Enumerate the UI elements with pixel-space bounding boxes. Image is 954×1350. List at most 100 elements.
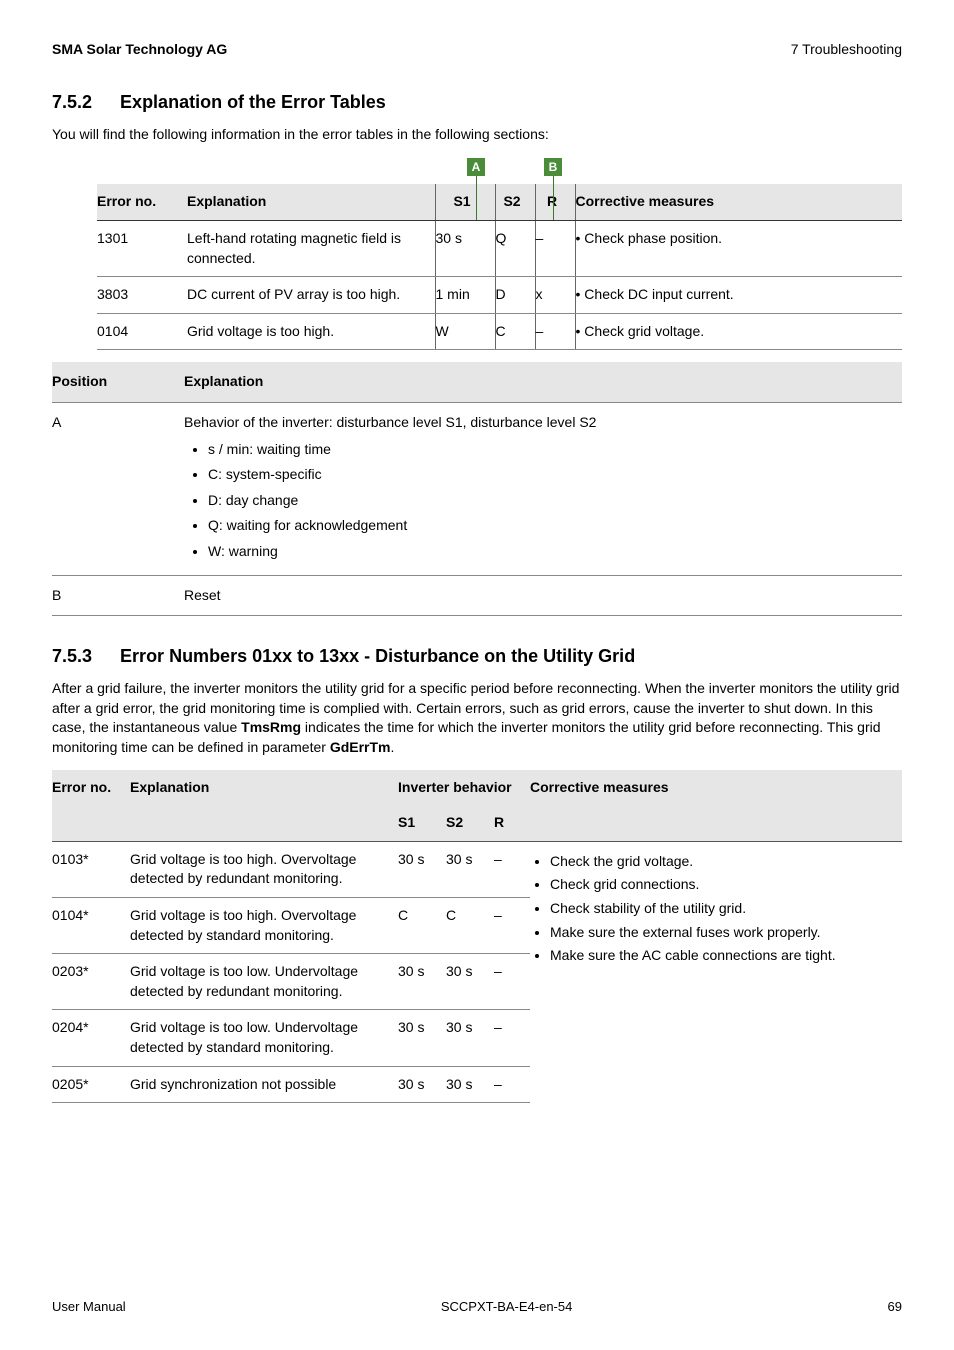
cell-error-no: 0103* [52, 841, 130, 897]
col-error-no: Error no. [97, 184, 187, 220]
col-s1: S1 [435, 184, 495, 220]
cell-error-no: 3803 [97, 277, 187, 314]
list-item: s / min: waiting time [208, 437, 894, 463]
marker-line-a [476, 176, 477, 220]
cell-s1: W [435, 313, 495, 350]
footer-page-number: 69 [888, 1298, 902, 1316]
error-table-example: Error no. Explanation S1 S2 R Corrective… [97, 184, 902, 350]
chapter-label: 7 Troubleshooting [791, 40, 902, 60]
cell-s2: C [495, 313, 535, 350]
table-row: 0104 Grid voltage is too high. W C – • C… [97, 313, 902, 350]
col-position: Position [52, 362, 184, 402]
cell-corrective: • Check grid voltage. [575, 313, 902, 350]
col-corrective: Corrective measures [530, 770, 902, 842]
col-error-no: Error no. [52, 770, 130, 842]
section-num: 7.5.3 [52, 644, 92, 669]
bold-term: TmsRmg [241, 719, 301, 735]
col-explanation: Explanation [130, 770, 398, 842]
section-num: 7.5.2 [52, 90, 92, 115]
cell-explanation: Grid voltage is too high. Overvoltage de… [130, 841, 398, 897]
col-inverter-behavior: Inverter behavior [398, 770, 530, 806]
cell-explanation: Grid voltage is too high. Overvoltage de… [130, 898, 398, 954]
table-row: 3803 DC current of PV array is too high.… [97, 277, 902, 314]
page-footer: User Manual SCCPXT-BA-E4-en-54 69 [52, 1298, 902, 1316]
section-753-title: 7.5.3 Error Numbers 01xx to 13xx - Distur… [52, 644, 902, 669]
col-explanation: Explanation [184, 362, 902, 402]
section-paragraph: After a grid failure, the inverter monit… [52, 679, 902, 757]
cell-s2: D [495, 277, 535, 314]
para-text: . [391, 739, 395, 755]
cell-explanation: Reset [184, 575, 902, 616]
table-row: A Behavior of the inverter: disturbance … [52, 402, 902, 575]
table-row: 0103* Grid voltage is too high. Overvolt… [52, 841, 902, 897]
corrective-list: Check the grid voltage. Check grid conne… [530, 850, 896, 968]
list-item: C: system-specific [208, 462, 894, 488]
col-explanation: Explanation [187, 184, 435, 220]
cell-error-no: 0104* [52, 898, 130, 954]
cell-explanation: Left-hand rotating magnetic field is con… [187, 220, 435, 276]
company-name: SMA Solar Technology AG [52, 40, 227, 60]
col-corrective: Corrective measures [575, 184, 902, 220]
cell-r: – [494, 841, 530, 897]
cell-position: A [52, 402, 184, 575]
cell-s1: 1 min [435, 277, 495, 314]
cell-s2: 30 s [446, 954, 494, 1010]
list-item: Q: waiting for acknowledgement [208, 513, 894, 539]
cell-s1: 30 s [398, 841, 446, 897]
cell-s1: 30 s [398, 954, 446, 1010]
list-item: Make sure the external fuses work proper… [550, 921, 896, 945]
footer-doc-id: SCCPXT-BA-E4-en-54 [441, 1298, 573, 1316]
cell-r: – [535, 313, 575, 350]
col-s2: S2 [495, 184, 535, 220]
marker-a: A [467, 158, 485, 176]
col-r: R [494, 805, 530, 841]
cell-s2: Q [495, 220, 535, 276]
cell-r: – [494, 954, 530, 1010]
cell-s2: 30 s [446, 1066, 494, 1103]
cell-position: B [52, 575, 184, 616]
explanation-list: s / min: waiting time C: system-specific… [184, 437, 894, 565]
cell-s2: C [446, 898, 494, 954]
cell-s2: 30 s [446, 841, 494, 897]
cell-s1: 30 s [398, 1010, 446, 1066]
cell-corrective: Check the grid voltage. Check grid conne… [530, 841, 902, 1102]
cell-error-no: 0205* [52, 1066, 130, 1103]
cell-s2: 30 s [446, 1010, 494, 1066]
cell-s1: C [398, 898, 446, 954]
cell-r: x [535, 277, 575, 314]
cell-explanation: Grid voltage is too high. [187, 313, 435, 350]
position-explanation-table: Position Explanation A Behavior of the i… [52, 362, 902, 616]
section-heading: Error Numbers 01xx to 13xx - Disturbance… [120, 646, 635, 666]
list-item: Make sure the AC cable connections are t… [550, 944, 896, 968]
col-s1: S1 [398, 805, 446, 841]
cell-s1: 30 s [435, 220, 495, 276]
cell-explanation: Grid synchronization not possible [130, 1066, 398, 1103]
cell-r: – [494, 898, 530, 954]
table-row: 1301 Left-hand rotating magnetic field i… [97, 220, 902, 276]
error-numbers-table: Error no. Explanation Inverter behavior … [52, 770, 902, 1104]
cell-s1: 30 s [398, 1066, 446, 1103]
table-row: B Reset [52, 575, 902, 616]
cell-error-no: 0203* [52, 954, 130, 1010]
cell-explanation: Grid voltage is too low. Undervoltage de… [130, 954, 398, 1010]
cell-error-no: 0104 [97, 313, 187, 350]
explanation-line: Behavior of the inverter: disturbance le… [184, 413, 894, 433]
marker-b: B [544, 158, 562, 176]
section-heading: Explanation of the Error Tables [120, 92, 386, 112]
list-item: Check stability of the utility grid. [550, 897, 896, 921]
list-item: W: warning [208, 539, 894, 565]
cell-error-no: 1301 [97, 220, 187, 276]
footer-left: User Manual [52, 1298, 126, 1316]
cell-explanation: Behavior of the inverter: disturbance le… [184, 402, 902, 575]
section-752-title: 7.5.2 Explanation of the Error Tables [52, 90, 902, 115]
marker-line-b [553, 176, 554, 220]
list-item: D: day change [208, 488, 894, 514]
cell-r: – [494, 1066, 530, 1103]
cell-r: – [535, 220, 575, 276]
cell-explanation: DC current of PV array is too high. [187, 277, 435, 314]
cell-corrective: • Check DC input current. [575, 277, 902, 314]
cell-explanation: Grid voltage is too low. Undervoltage de… [130, 1010, 398, 1066]
list-item: Check the grid voltage. [550, 850, 896, 874]
col-r: R [535, 184, 575, 220]
cell-corrective: • Check phase position. [575, 220, 902, 276]
